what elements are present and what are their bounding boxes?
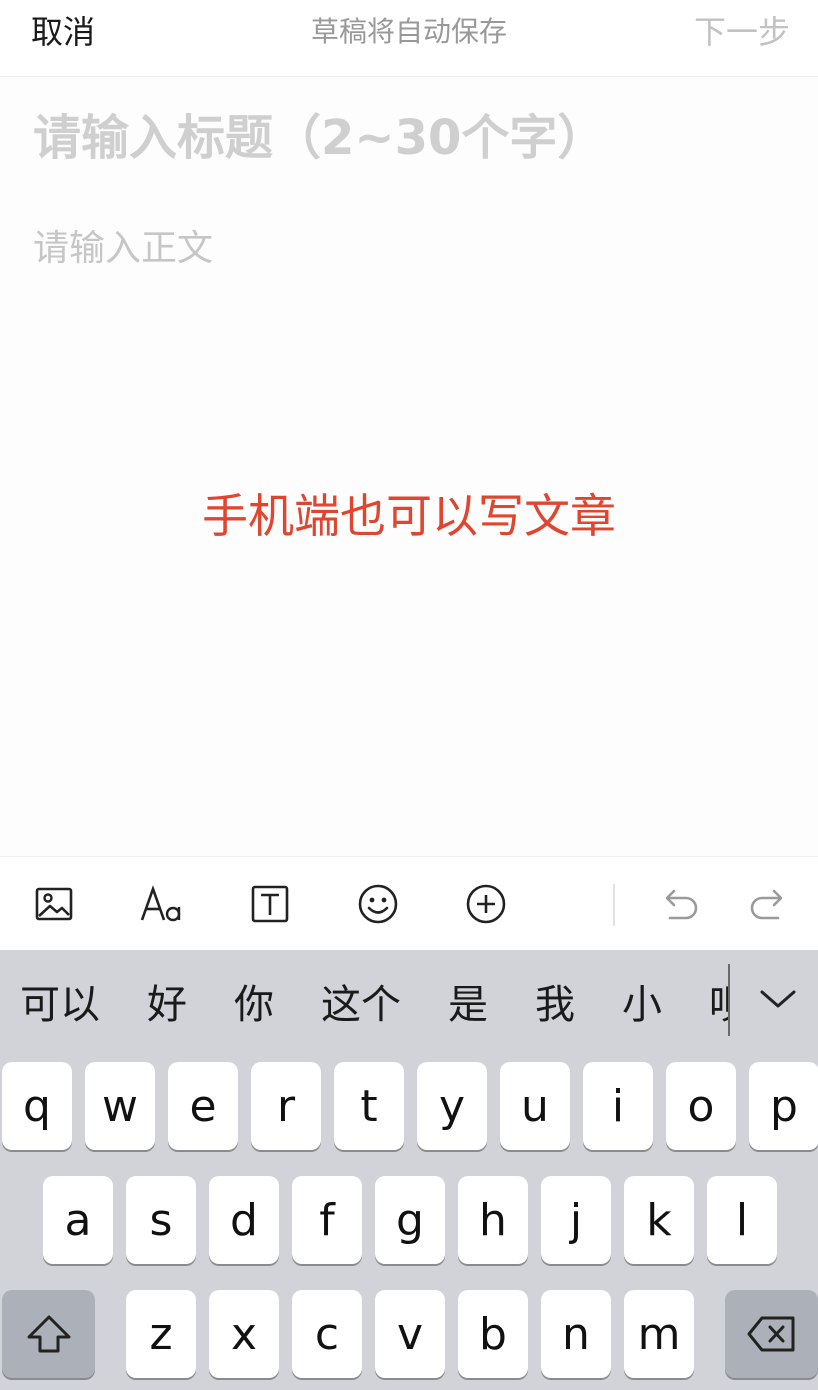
undo-icon[interactable] — [657, 881, 703, 927]
key-n[interactable]: n — [541, 1290, 611, 1378]
candidate-item[interactable]: 呗 — [709, 980, 728, 1030]
toolbar-divider — [613, 884, 615, 926]
key-t[interactable]: t — [334, 1062, 404, 1150]
key-r[interactable]: r — [251, 1062, 321, 1150]
key-k[interactable]: k — [624, 1176, 694, 1264]
candidate-item[interactable]: 这个 — [321, 980, 401, 1030]
shift-key[interactable] — [2, 1290, 95, 1378]
key-o[interactable]: o — [666, 1062, 736, 1150]
title-input[interactable]: 请输入标题（2~30个字） — [33, 108, 793, 168]
key-h[interactable]: h — [458, 1176, 528, 1264]
keyboard: 可以 好 你 这个 是 我 小 呗 q w e r t y u i o p a … — [0, 950, 818, 1390]
candidate-bar: 可以 好 你 这个 是 我 小 呗 — [0, 950, 818, 1058]
candidate-item[interactable]: 好 — [147, 980, 187, 1030]
key-e[interactable]: e — [168, 1062, 238, 1150]
key-w[interactable]: w — [85, 1062, 155, 1150]
key-g[interactable]: g — [375, 1176, 445, 1264]
key-d[interactable]: d — [209, 1176, 279, 1264]
redo-icon[interactable] — [745, 881, 791, 927]
key-m[interactable]: m — [624, 1290, 694, 1378]
candidate-item[interactable]: 你 — [234, 980, 274, 1030]
next-step-button[interactable]: 下一步 — [694, 12, 790, 52]
key-u[interactable]: u — [500, 1062, 570, 1150]
image-icon[interactable] — [31, 881, 77, 927]
key-y[interactable]: y — [417, 1062, 487, 1150]
key-v[interactable]: v — [375, 1290, 445, 1378]
key-j[interactable]: j — [541, 1176, 611, 1264]
key-x[interactable]: x — [209, 1290, 279, 1378]
key-q[interactable]: q — [2, 1062, 72, 1150]
key-s[interactable]: s — [126, 1176, 196, 1264]
key-c[interactable]: c — [292, 1290, 362, 1378]
key-z[interactable]: z — [126, 1290, 196, 1378]
key-a[interactable]: a — [43, 1176, 113, 1264]
candidate-item[interactable]: 可以 — [20, 980, 100, 1030]
candidate-item[interactable]: 我 — [535, 980, 575, 1030]
key-b[interactable]: b — [458, 1290, 528, 1378]
candidate-item[interactable]: 是 — [448, 980, 488, 1030]
text-box-icon[interactable] — [247, 881, 293, 927]
key-l[interactable]: l — [707, 1176, 777, 1264]
key-i[interactable]: i — [583, 1062, 653, 1150]
chevron-down-icon[interactable] — [756, 978, 800, 1022]
candidate-list: 可以 好 你 这个 是 我 小 呗 — [0, 950, 728, 1058]
candidate-divider — [728, 964, 730, 1036]
top-bar: 取消 草稿将自动保存 下一步 — [0, 0, 818, 77]
key-p[interactable]: p — [749, 1062, 818, 1150]
text-format-icon[interactable] — [139, 881, 185, 927]
format-toolbar — [0, 856, 818, 951]
candidate-item[interactable]: 小 — [622, 980, 662, 1030]
key-f[interactable]: f — [292, 1176, 362, 1264]
backspace-key[interactable] — [725, 1290, 818, 1378]
add-icon[interactable] — [463, 881, 509, 927]
annotation-text: 手机端也可以写文章 — [202, 489, 616, 543]
emoji-icon[interactable] — [355, 881, 401, 927]
body-input[interactable]: 请输入正文 — [33, 226, 793, 272]
